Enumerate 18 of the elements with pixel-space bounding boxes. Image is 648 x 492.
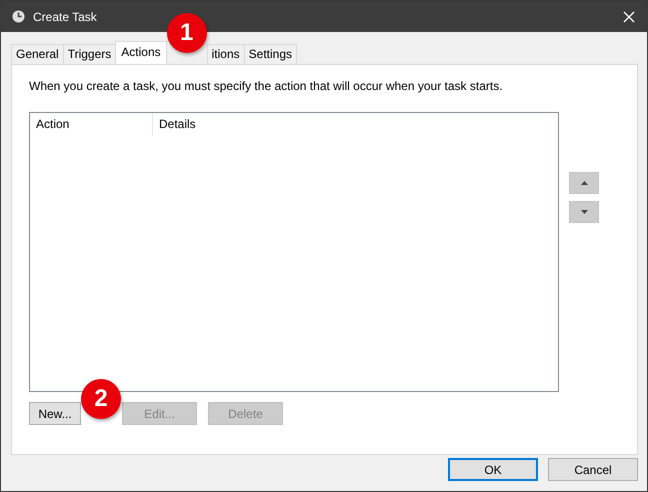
close-icon[interactable] [623, 10, 635, 22]
down-arrow-icon [580, 210, 588, 214]
column-header[interactable]: Action [30, 113, 153, 136]
dialog-button[interactable]: Cancel [548, 458, 638, 481]
column-header[interactable]: Details [153, 113, 558, 136]
description-text: When you create a task, you must specify the action that will occur when your task starts. [29, 79, 504, 95]
dialog-button[interactable]: OK [448, 458, 538, 481]
callout-badge: 2 [81, 379, 121, 419]
window-title: Create Task [33, 10, 98, 24]
tab[interactable]: General [11, 44, 64, 64]
up-arrow-icon [580, 181, 588, 185]
clock-icon [12, 10, 25, 23]
tab[interactable]: Actions [115, 41, 167, 64]
tab[interactable]: itions [206, 44, 245, 64]
move-down-button[interactable] [569, 201, 599, 223]
tab[interactable]: Settings [244, 44, 298, 64]
move-up-button[interactable] [569, 172, 599, 194]
action-button[interactable]: New... [29, 402, 81, 425]
